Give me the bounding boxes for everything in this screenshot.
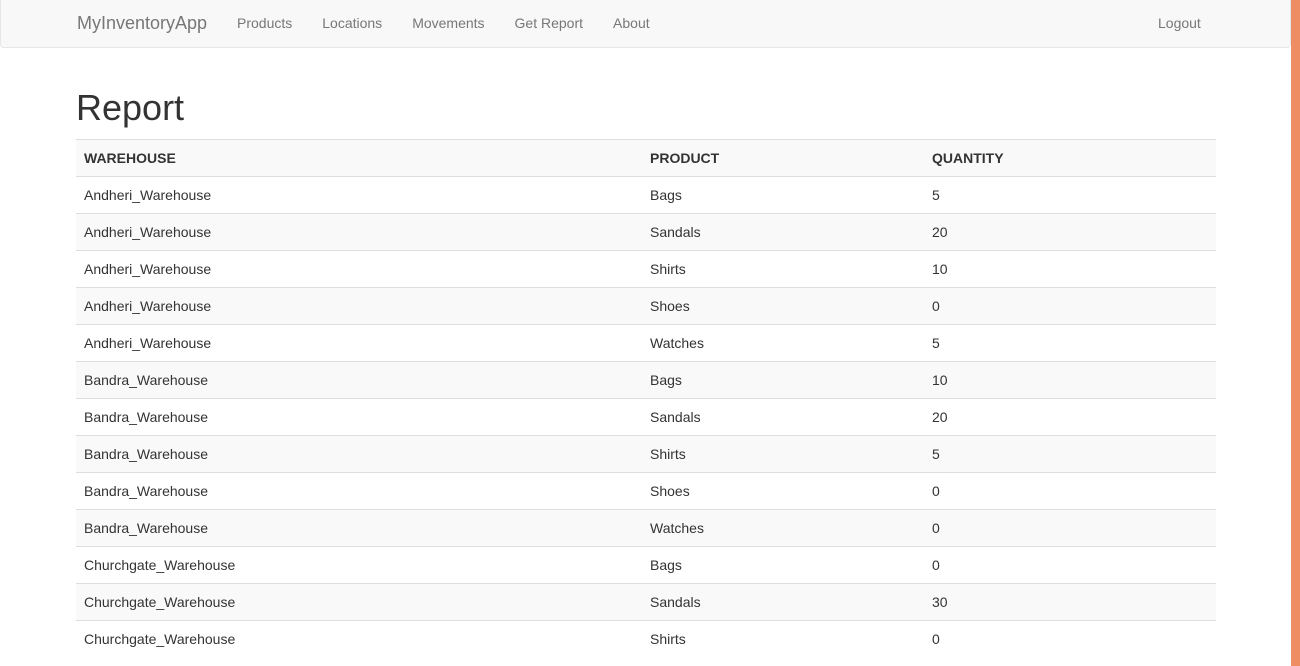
- cell-warehouse: Churchgate_Warehouse: [76, 546, 642, 584]
- nav-locations[interactable]: Locations: [307, 0, 397, 46]
- cell-product: Shoes: [642, 287, 924, 325]
- cell-warehouse: Andheri_Warehouse: [76, 176, 642, 214]
- nav-movements[interactable]: Movements: [397, 0, 499, 46]
- table-row: Churchgate_Warehouse Shirts 0: [76, 620, 1216, 658]
- nav-products[interactable]: Products: [222, 0, 307, 46]
- cell-quantity: 10: [924, 250, 1216, 288]
- cell-quantity: 20: [924, 398, 1216, 436]
- cell-quantity: 10: [924, 361, 1216, 399]
- cell-warehouse: Andheri_Warehouse: [76, 250, 642, 288]
- scrollbar-accent[interactable]: [1291, 0, 1300, 666]
- cell-quantity: 5: [924, 324, 1216, 362]
- cell-quantity: 5: [924, 176, 1216, 214]
- cell-product: Bags: [642, 546, 924, 584]
- cell-product: Sandals: [642, 213, 924, 251]
- table-row: Bandra_Warehouse Watches 0: [76, 509, 1216, 547]
- header-warehouse: WAREHOUSE: [76, 139, 642, 177]
- table-row: Bandra_Warehouse Shoes 0: [76, 472, 1216, 510]
- cell-quantity: 0: [924, 287, 1216, 325]
- nav-about[interactable]: About: [598, 0, 665, 46]
- cell-quantity: 0: [924, 509, 1216, 547]
- table-row: Andheri_Warehouse Sandals 20: [76, 213, 1216, 251]
- cell-quantity: 20: [924, 213, 1216, 251]
- logout-link[interactable]: Logout: [1143, 15, 1216, 31]
- cell-warehouse: Bandra_Warehouse: [76, 361, 642, 399]
- header-row: WAREHOUSE PRODUCT QUANTITY: [76, 139, 1216, 177]
- cell-product: Shoes: [642, 472, 924, 510]
- table-row: Andheri_Warehouse Watches 5: [76, 324, 1216, 362]
- cell-warehouse: Bandra_Warehouse: [76, 398, 642, 436]
- table-row: Churchgate_Warehouse Bags 0: [76, 546, 1216, 584]
- cell-warehouse: Bandra_Warehouse: [76, 472, 642, 510]
- cell-warehouse: Andheri_Warehouse: [76, 287, 642, 325]
- cell-quantity: 5: [924, 435, 1216, 473]
- cell-product: Shirts: [642, 620, 924, 658]
- top-navbar: MyInventoryApp Products Locations Moveme…: [0, 0, 1291, 48]
- table-row: Bandra_Warehouse Shirts 5: [76, 435, 1216, 473]
- nav-right: Logout: [1143, 0, 1216, 46]
- cell-warehouse: Bandra_Warehouse: [76, 509, 642, 547]
- cell-quantity: 0: [924, 546, 1216, 584]
- cell-warehouse: Bandra_Warehouse: [76, 435, 642, 473]
- table-row: Bandra_Warehouse Bags 10: [76, 361, 1216, 399]
- table-row: Andheri_Warehouse Shoes 0: [76, 287, 1216, 325]
- brand-link[interactable]: MyInventoryApp: [77, 0, 207, 46]
- header-quantity: QUANTITY: [924, 139, 1216, 177]
- table-header: WAREHOUSE PRODUCT QUANTITY: [76, 139, 1216, 177]
- table-row: Andheri_Warehouse Bags 5: [76, 176, 1216, 214]
- cell-product: Watches: [642, 509, 924, 547]
- cell-quantity: 0: [924, 620, 1216, 658]
- table-body: Andheri_Warehouse Bags 5 Andheri_Warehouse S…: [76, 176, 1216, 658]
- cell-product: Shirts: [642, 435, 924, 473]
- table-row: Andheri_Warehouse Shirts 10: [76, 250, 1216, 288]
- cell-warehouse: Andheri_Warehouse: [76, 213, 642, 251]
- cell-product: Sandals: [642, 398, 924, 436]
- report-table: WAREHOUSE PRODUCT QUANTITY Andheri_Wareh…: [76, 139, 1216, 658]
- cell-product: Sandals: [642, 583, 924, 621]
- cell-product: Bags: [642, 361, 924, 399]
- cell-quantity: 0: [924, 472, 1216, 510]
- cell-product: Watches: [642, 324, 924, 362]
- page-title: Report: [76, 87, 185, 128]
- table-row: Churchgate_Warehouse Sandals 30: [76, 583, 1216, 621]
- cell-product: Bags: [642, 176, 924, 214]
- cell-warehouse: Churchgate_Warehouse: [76, 620, 642, 658]
- cell-quantity: 30: [924, 583, 1216, 621]
- nav-get-report[interactable]: Get Report: [500, 0, 598, 46]
- cell-product: Shirts: [642, 250, 924, 288]
- cell-warehouse: Andheri_Warehouse: [76, 324, 642, 362]
- nav-menu: Products Locations Movements Get Report …: [222, 0, 665, 46]
- header-product: PRODUCT: [642, 139, 924, 177]
- cell-warehouse: Churchgate_Warehouse: [76, 583, 642, 621]
- table-row: Bandra_Warehouse Sandals 20: [76, 398, 1216, 436]
